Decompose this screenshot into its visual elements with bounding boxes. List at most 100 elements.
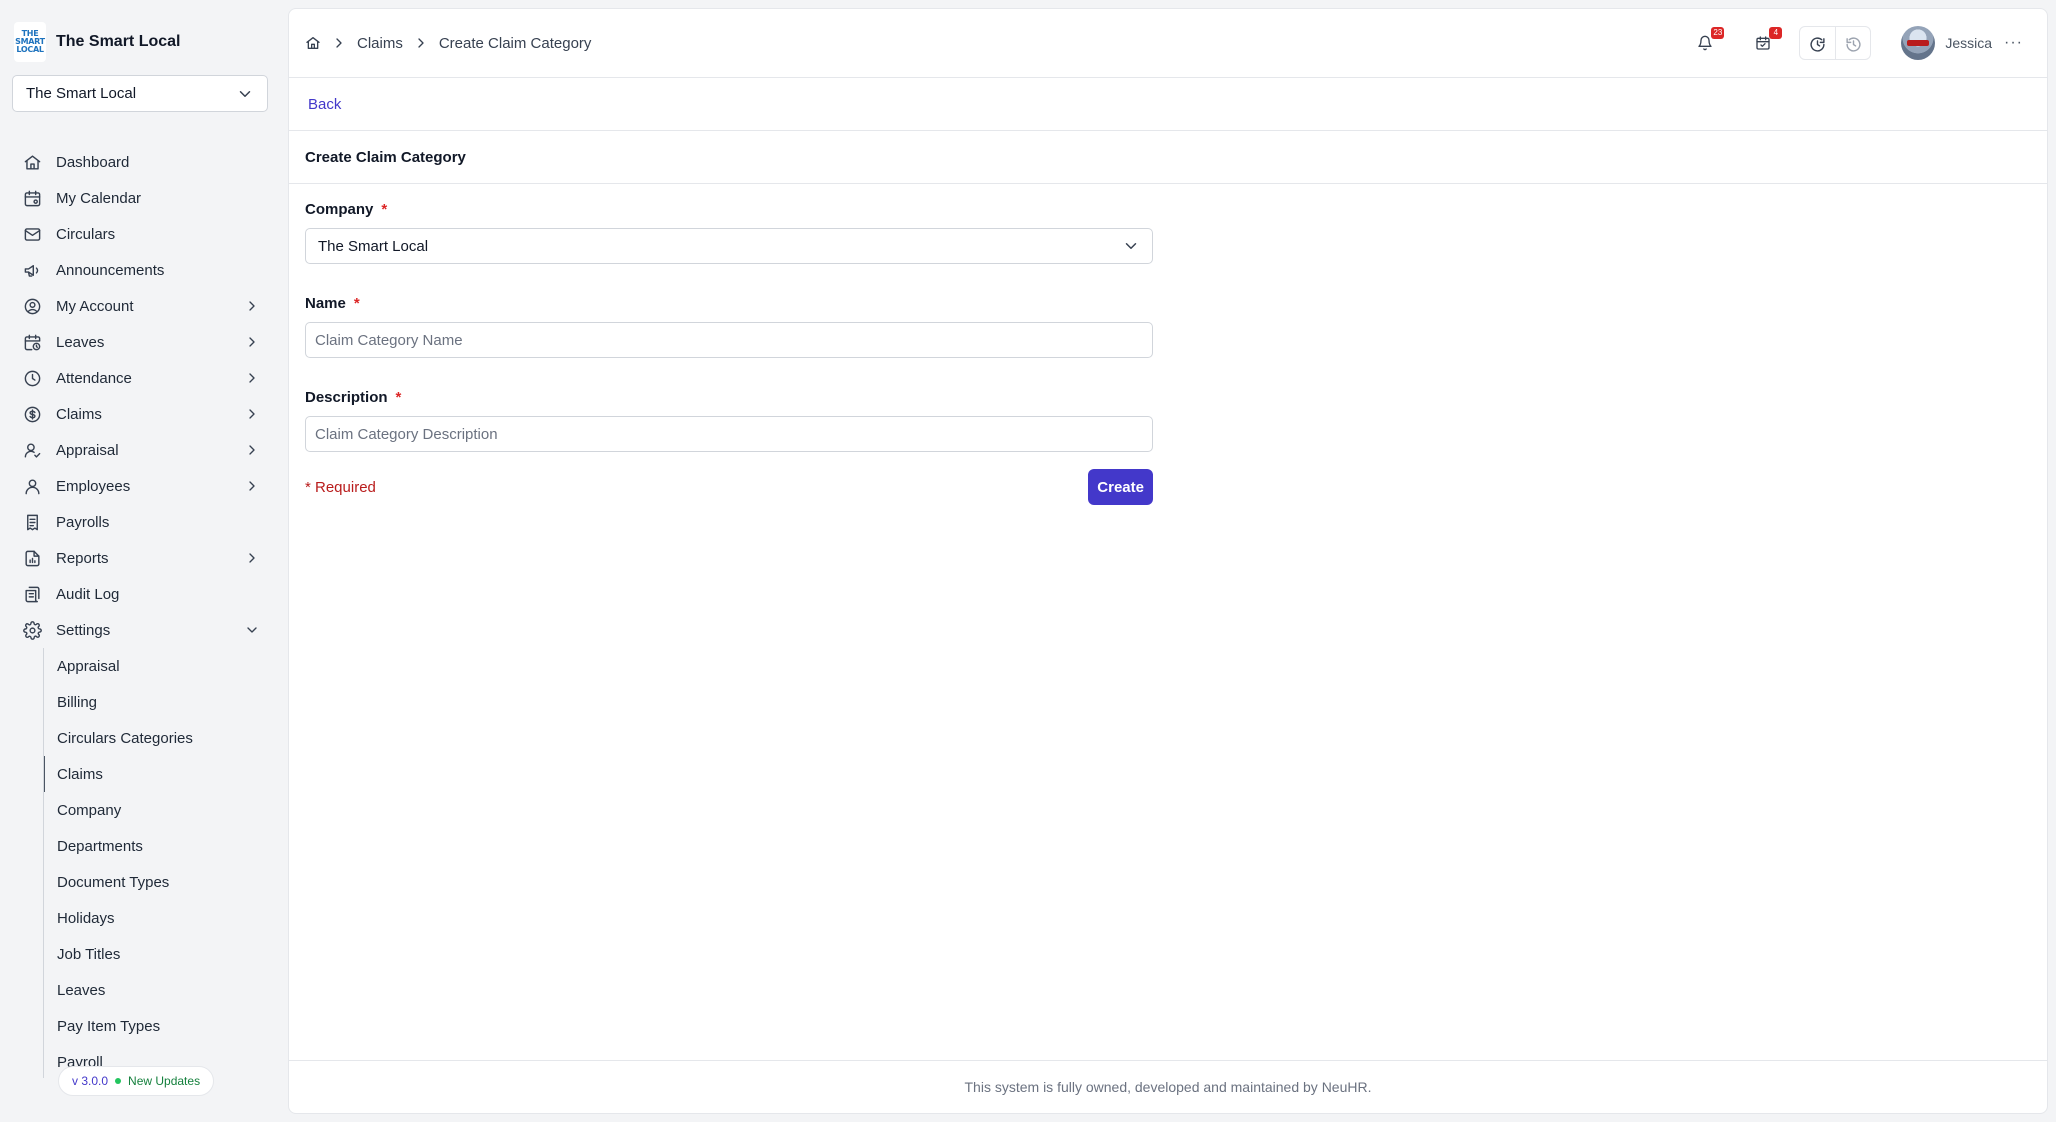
chevron-right-icon [244, 442, 260, 458]
brand-logo: THE SMART LOCAL [14, 22, 46, 62]
settings-item-document-types[interactable]: Document Types [44, 864, 288, 900]
sidebar-item-label: Employees [56, 477, 131, 495]
description-field-label: Description * [305, 387, 1153, 407]
settings-item-billing[interactable]: Billing [44, 684, 288, 720]
topbar: Claims Create Claim Category 23 4 Jessic… [289, 9, 2047, 78]
create-button[interactable]: Create [1088, 469, 1153, 505]
dollar-circle-icon [23, 405, 42, 424]
home-icon [23, 153, 42, 172]
sidebar-item-reports[interactable]: Reports [0, 540, 288, 576]
user-icon [23, 477, 42, 496]
sidebar-item-leaves[interactable]: Leaves [0, 324, 288, 360]
gear-icon [23, 620, 42, 640]
back-row: Back [289, 78, 2047, 131]
required-star: * [353, 294, 360, 312]
clock-in-button[interactable] [1800, 27, 1835, 59]
sidebar-item-my-account[interactable]: My Account [0, 288, 288, 324]
user-name: Jessica [1945, 35, 1993, 51]
chevron-down-icon [1122, 237, 1140, 255]
settings-item-claims[interactable]: Claims [44, 756, 288, 792]
chevron-right-icon [413, 35, 429, 51]
chevron-down-icon [236, 85, 254, 103]
file-chart-icon [23, 549, 42, 568]
sidebar-item-announcements[interactable]: Announcements [0, 252, 288, 288]
back-link[interactable]: Back [308, 96, 341, 113]
settings-item-circulars-categories[interactable]: Circulars Categories [44, 720, 288, 756]
main-panel: Claims Create Claim Category 23 4 Jessic… [288, 8, 2048, 1114]
sidebar-item-my-calendar[interactable]: My Calendar [0, 180, 288, 216]
mail-icon [23, 225, 42, 244]
notifications-button[interactable]: 23 [1693, 27, 1725, 55]
chevron-right-icon [331, 35, 347, 51]
clock-out-button[interactable] [1835, 27, 1870, 59]
breadcrumb-claims[interactable]: Claims [357, 35, 403, 52]
required-star: * [381, 200, 388, 218]
settings-item-departments[interactable]: Departments [44, 828, 288, 864]
chevron-right-icon [244, 370, 260, 386]
page-footer: This system is fully owned, developed an… [289, 1060, 2047, 1113]
sidebar-item-attendance[interactable]: Attendance [0, 360, 288, 396]
clock-out-icon [1845, 36, 1862, 53]
sidebar-item-label: Leaves [56, 333, 105, 351]
sidebar-item-label: My Account [56, 297, 134, 315]
more-horizontal-icon[interactable]: ··· [2004, 34, 2023, 52]
sidebar-item-circulars[interactable]: Circulars [0, 216, 288, 252]
sidebar-item-label: Circulars [56, 225, 116, 243]
sidebar-item-settings[interactable]: Settings [0, 612, 288, 648]
chevron-right-icon [244, 550, 260, 566]
user-circle-icon [23, 297, 42, 316]
sidebar-item-label: Dashboard [56, 153, 130, 171]
sidebar-item-claims[interactable]: Claims [0, 396, 288, 432]
sidebar-nav: Dashboard My Calendar Circulars Announce… [0, 144, 288, 1078]
user-menu[interactable]: Jessica ··· [1901, 26, 2023, 60]
avatar [1901, 26, 1936, 60]
company-select-value: The Smart Local [318, 237, 429, 255]
calendar-clock-icon [23, 333, 42, 352]
brand-name: The Smart Local [56, 33, 181, 50]
brand[interactable]: THE SMART LOCAL The Smart Local [14, 22, 180, 62]
settings-item-holidays[interactable]: Holidays [44, 900, 288, 936]
sidebar-item-appraisal[interactable]: Appraisal [0, 432, 288, 468]
sidebar-item-label: Attendance [56, 369, 132, 387]
company-label-text: Company [305, 200, 374, 218]
sidebar-item-employees[interactable]: Employees [0, 468, 288, 504]
description-input[interactable] [305, 416, 1153, 452]
company-switcher[interactable]: The Smart Local [12, 75, 268, 112]
settings-item-job-titles[interactable]: Job Titles [44, 936, 288, 972]
sidebar-item-label: Reports [56, 549, 109, 567]
sidebar-item-dashboard[interactable]: Dashboard [0, 144, 288, 180]
scroll-icon [23, 585, 42, 604]
company-select[interactable]: The Smart Local [305, 228, 1153, 264]
sidebar-item-audit-log[interactable]: Audit Log [0, 576, 288, 612]
settings-item-leaves[interactable]: Leaves [44, 972, 288, 1008]
settings-item-company[interactable]: Company [44, 792, 288, 828]
company-switcher-value: The Smart Local [26, 85, 137, 102]
version-pill[interactable]: v 3.0.0 New Updates [58, 1066, 215, 1096]
form-footer: * Required Create [305, 469, 1153, 505]
sidebar-item-label: My Calendar [56, 189, 142, 207]
topbar-actions: 23 4 Jessica ··· [1693, 26, 2047, 60]
chevron-right-icon [244, 478, 260, 494]
megaphone-icon [23, 261, 42, 280]
new-updates-label: New Updates [128, 1074, 201, 1088]
clock-in-out-group [1799, 26, 1872, 60]
name-input[interactable] [305, 322, 1153, 358]
settings-item-appraisal[interactable]: Appraisal [44, 648, 288, 684]
clock-icon [23, 369, 42, 388]
company-field-label: Company * [305, 199, 1153, 219]
page-header: Create Claim Category [289, 131, 2047, 184]
calendar-icon [23, 189, 42, 208]
tasks-button[interactable]: 4 [1751, 27, 1783, 55]
sidebar-item-label: Settings [56, 621, 111, 639]
required-note: * Required [305, 478, 376, 496]
name-label-text: Name [305, 294, 346, 312]
sidebar-item-label: Claims [56, 405, 102, 423]
home-icon[interactable] [305, 35, 321, 51]
sidebar-item-label: Announcements [56, 261, 165, 279]
required-star: * [395, 388, 402, 406]
sidebar-item-label: Payrolls [56, 513, 110, 531]
settings-item-pay-item-types[interactable]: Pay Item Types [44, 1008, 288, 1044]
sidebar-item-payrolls[interactable]: Payrolls [0, 504, 288, 540]
sidebar-item-label: Audit Log [56, 585, 120, 603]
logo-text-line-3: LOCAL [16, 45, 44, 54]
